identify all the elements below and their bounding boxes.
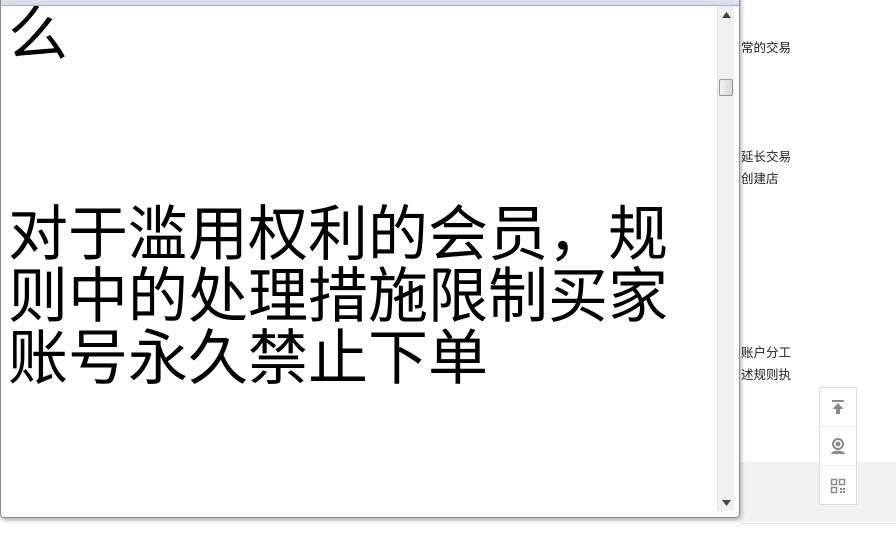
document-line: 么 bbox=[8, 6, 68, 70]
document-line: 账号永久禁止下单 bbox=[8, 324, 488, 394]
background-text: 创建店 bbox=[741, 171, 779, 186]
scroll-thumb[interactable] bbox=[719, 79, 733, 96]
scroll-down-button[interactable] bbox=[718, 494, 735, 511]
background-text: 常的交易 bbox=[741, 40, 792, 55]
customer-service-icon bbox=[831, 438, 845, 454]
background-footer-band bbox=[740, 462, 896, 522]
background-text: 账户分工 bbox=[741, 345, 792, 360]
vertical-scrollbar[interactable] bbox=[717, 6, 734, 511]
qr-code-icon bbox=[830, 478, 846, 493]
background-text: 延长交易 bbox=[741, 149, 792, 164]
scroll-up-arrow-icon bbox=[722, 11, 731, 18]
customer-service-button[interactable] bbox=[820, 427, 856, 466]
background-text: 述规则执 bbox=[741, 367, 792, 382]
document-line: 对于滥用权利的会员，规 bbox=[8, 200, 668, 270]
popup-window: …( ) …( ) …( ) … ( ) … ( ) 么 对于滥用权利的会员，规… bbox=[0, 0, 740, 518]
scroll-up-button[interactable] bbox=[718, 6, 735, 23]
document-paragraph: 对于滥用权利的会员，规 则中的处理措施限制买家 账号永久禁止下单 bbox=[8, 204, 668, 390]
document-line: 则中的处理措施限制买家 bbox=[8, 262, 668, 332]
scroll-down-arrow-icon bbox=[722, 499, 731, 506]
back-to-top-button[interactable] bbox=[820, 388, 856, 427]
qr-code-button[interactable] bbox=[820, 466, 856, 505]
background-divider bbox=[740, 523, 896, 524]
document-text-area[interactable]: 么 对于滥用权利的会员，规 则中的处理措施限制买家 账号永久禁止下单 bbox=[4, 6, 717, 511]
arrow-to-top-icon bbox=[832, 400, 844, 414]
floating-side-toolbar bbox=[819, 387, 857, 505]
